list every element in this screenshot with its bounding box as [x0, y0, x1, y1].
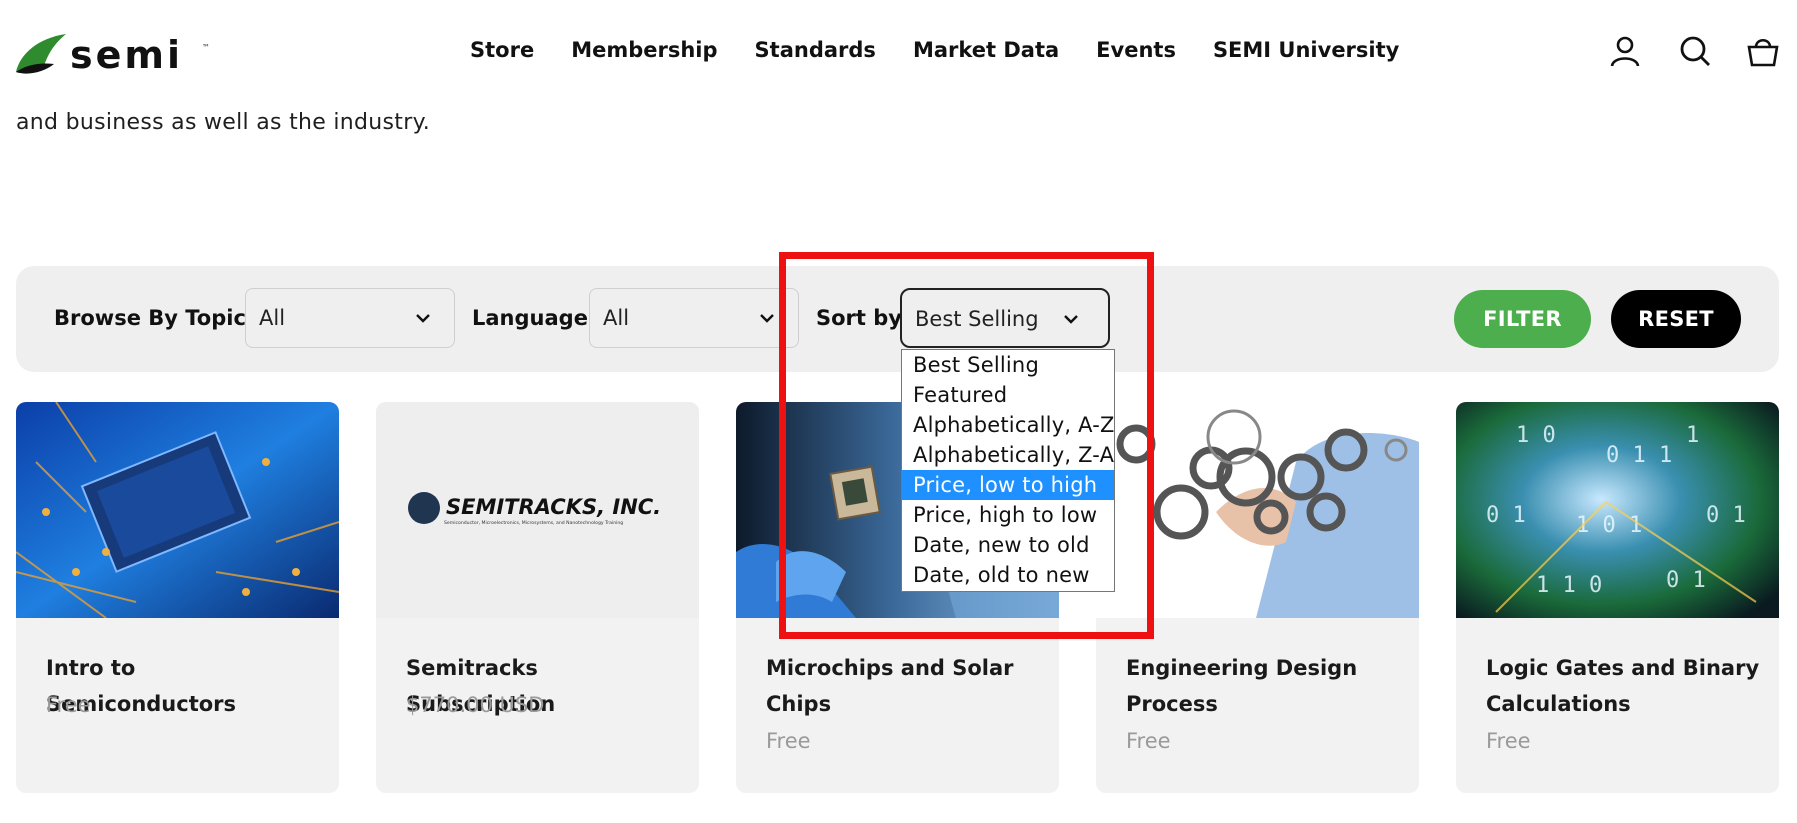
topic-select[interactable]: All — [245, 288, 455, 348]
sort-option-featured[interactable]: Featured — [902, 380, 1114, 410]
chevron-down-icon — [416, 314, 430, 323]
svg-text:0 1: 0 1 — [1706, 503, 1746, 528]
sort-option-alpha-za[interactable]: Alphabetically, Z-A — [902, 440, 1114, 470]
product-card[interactable]: SEMITRACKS, INC. Semiconductor, Microele… — [376, 402, 699, 793]
product-card[interactable]: Engineering Design Process Free — [1096, 402, 1419, 793]
account-icon[interactable] — [1608, 34, 1642, 68]
nav-events[interactable]: Events — [1096, 38, 1176, 62]
svg-text:0 1: 0 1 — [1486, 503, 1526, 528]
site-header: semi ™ Store Membership Standards Market… — [0, 0, 1797, 106]
nav-membership[interactable]: Membership — [571, 38, 717, 62]
language-select-value: All — [603, 306, 630, 330]
nav-standards[interactable]: Standards — [755, 38, 876, 62]
intro-text: and business as well as the industry. — [16, 110, 431, 135]
product-price: Free — [1126, 729, 1171, 753]
semitracks-logo-subtext: Semiconductor, Microelectronics, Microsy… — [444, 520, 623, 526]
sort-select-value: Best Selling — [915, 307, 1039, 331]
topic-select-value: All — [259, 306, 286, 330]
product-image-gears — [1096, 402, 1419, 618]
svg-text:™: ™ — [202, 43, 210, 52]
chevron-down-icon — [760, 314, 774, 323]
product-card[interactable]: 1 0 0 1 1 1 0 1 1 0 1 0 1 1 1 0 0 1 Logic Gat… — [1456, 402, 1779, 793]
product-price: Free — [766, 729, 811, 753]
svg-text:0 1: 0 1 — [1666, 568, 1706, 593]
sort-option-price-high-low[interactable]: Price, high to low — [902, 500, 1114, 530]
product-price: Free — [46, 693, 91, 717]
language-label: Language: — [472, 306, 597, 330]
product-price: Free — [1486, 729, 1531, 753]
nav-semi-university[interactable]: SEMI University — [1213, 38, 1399, 62]
nav-store[interactable]: Store — [470, 38, 534, 62]
product-title[interactable]: Engineering Design Process — [1126, 650, 1401, 722]
semitracks-logo-text: SEMITRACKS, INC. — [446, 495, 661, 519]
product-title[interactable]: Logic Gates and Binary Calculations — [1486, 650, 1761, 722]
svg-text:1 0: 1 0 — [1516, 423, 1556, 448]
sort-option-alpha-az[interactable]: Alphabetically, A-Z — [902, 410, 1114, 440]
svg-text:1 1 0: 1 1 0 — [1536, 573, 1602, 598]
sort-option-best-selling[interactable]: Best Selling — [902, 350, 1114, 380]
sort-option-date-old-new[interactable]: Date, old to new — [902, 560, 1114, 590]
semi-logo[interactable]: semi ™ — [14, 28, 214, 78]
product-price: $770.00 USD — [406, 693, 545, 717]
svg-text:0 1 1: 0 1 1 — [1606, 443, 1672, 468]
nav-market-data[interactable]: Market Data — [913, 38, 1059, 62]
search-icon[interactable] — [1678, 34, 1712, 68]
filter-bar: Browse By Topic: All Language: All Sort … — [16, 266, 1779, 372]
logo-wordmark: semi — [70, 33, 183, 77]
sort-options-list[interactable]: Best Selling Featured Alphabetically, A-… — [901, 349, 1115, 592]
product-title[interactable]: Microchips and Solar Chips — [766, 650, 1041, 722]
product-image-semitracks-logo: SEMITRACKS, INC. Semiconductor, Microele… — [376, 402, 699, 618]
svg-text:1: 1 — [1686, 423, 1699, 448]
sort-option-price-low-high[interactable]: Price, low to high — [902, 470, 1114, 500]
product-card[interactable]: Intro to Semiconductors Free — [16, 402, 339, 793]
chevron-down-icon — [1064, 315, 1078, 324]
topic-label: Browse By Topic: — [54, 306, 255, 330]
product-image-binary-code: 1 0 0 1 1 1 0 1 1 0 1 0 1 1 1 0 0 1 — [1456, 402, 1779, 618]
svg-text:1 0 1: 1 0 1 — [1576, 513, 1642, 538]
language-select[interactable]: All — [589, 288, 799, 348]
filter-button[interactable]: FILTER — [1454, 290, 1591, 348]
reset-button[interactable]: RESET — [1611, 290, 1741, 348]
sort-label: Sort by — [816, 306, 902, 330]
sort-select[interactable]: Best Selling — [900, 288, 1110, 348]
sort-option-date-new-old[interactable]: Date, new to old — [902, 530, 1114, 560]
cart-icon[interactable] — [1746, 34, 1780, 68]
product-image-circuit-board — [16, 402, 339, 618]
